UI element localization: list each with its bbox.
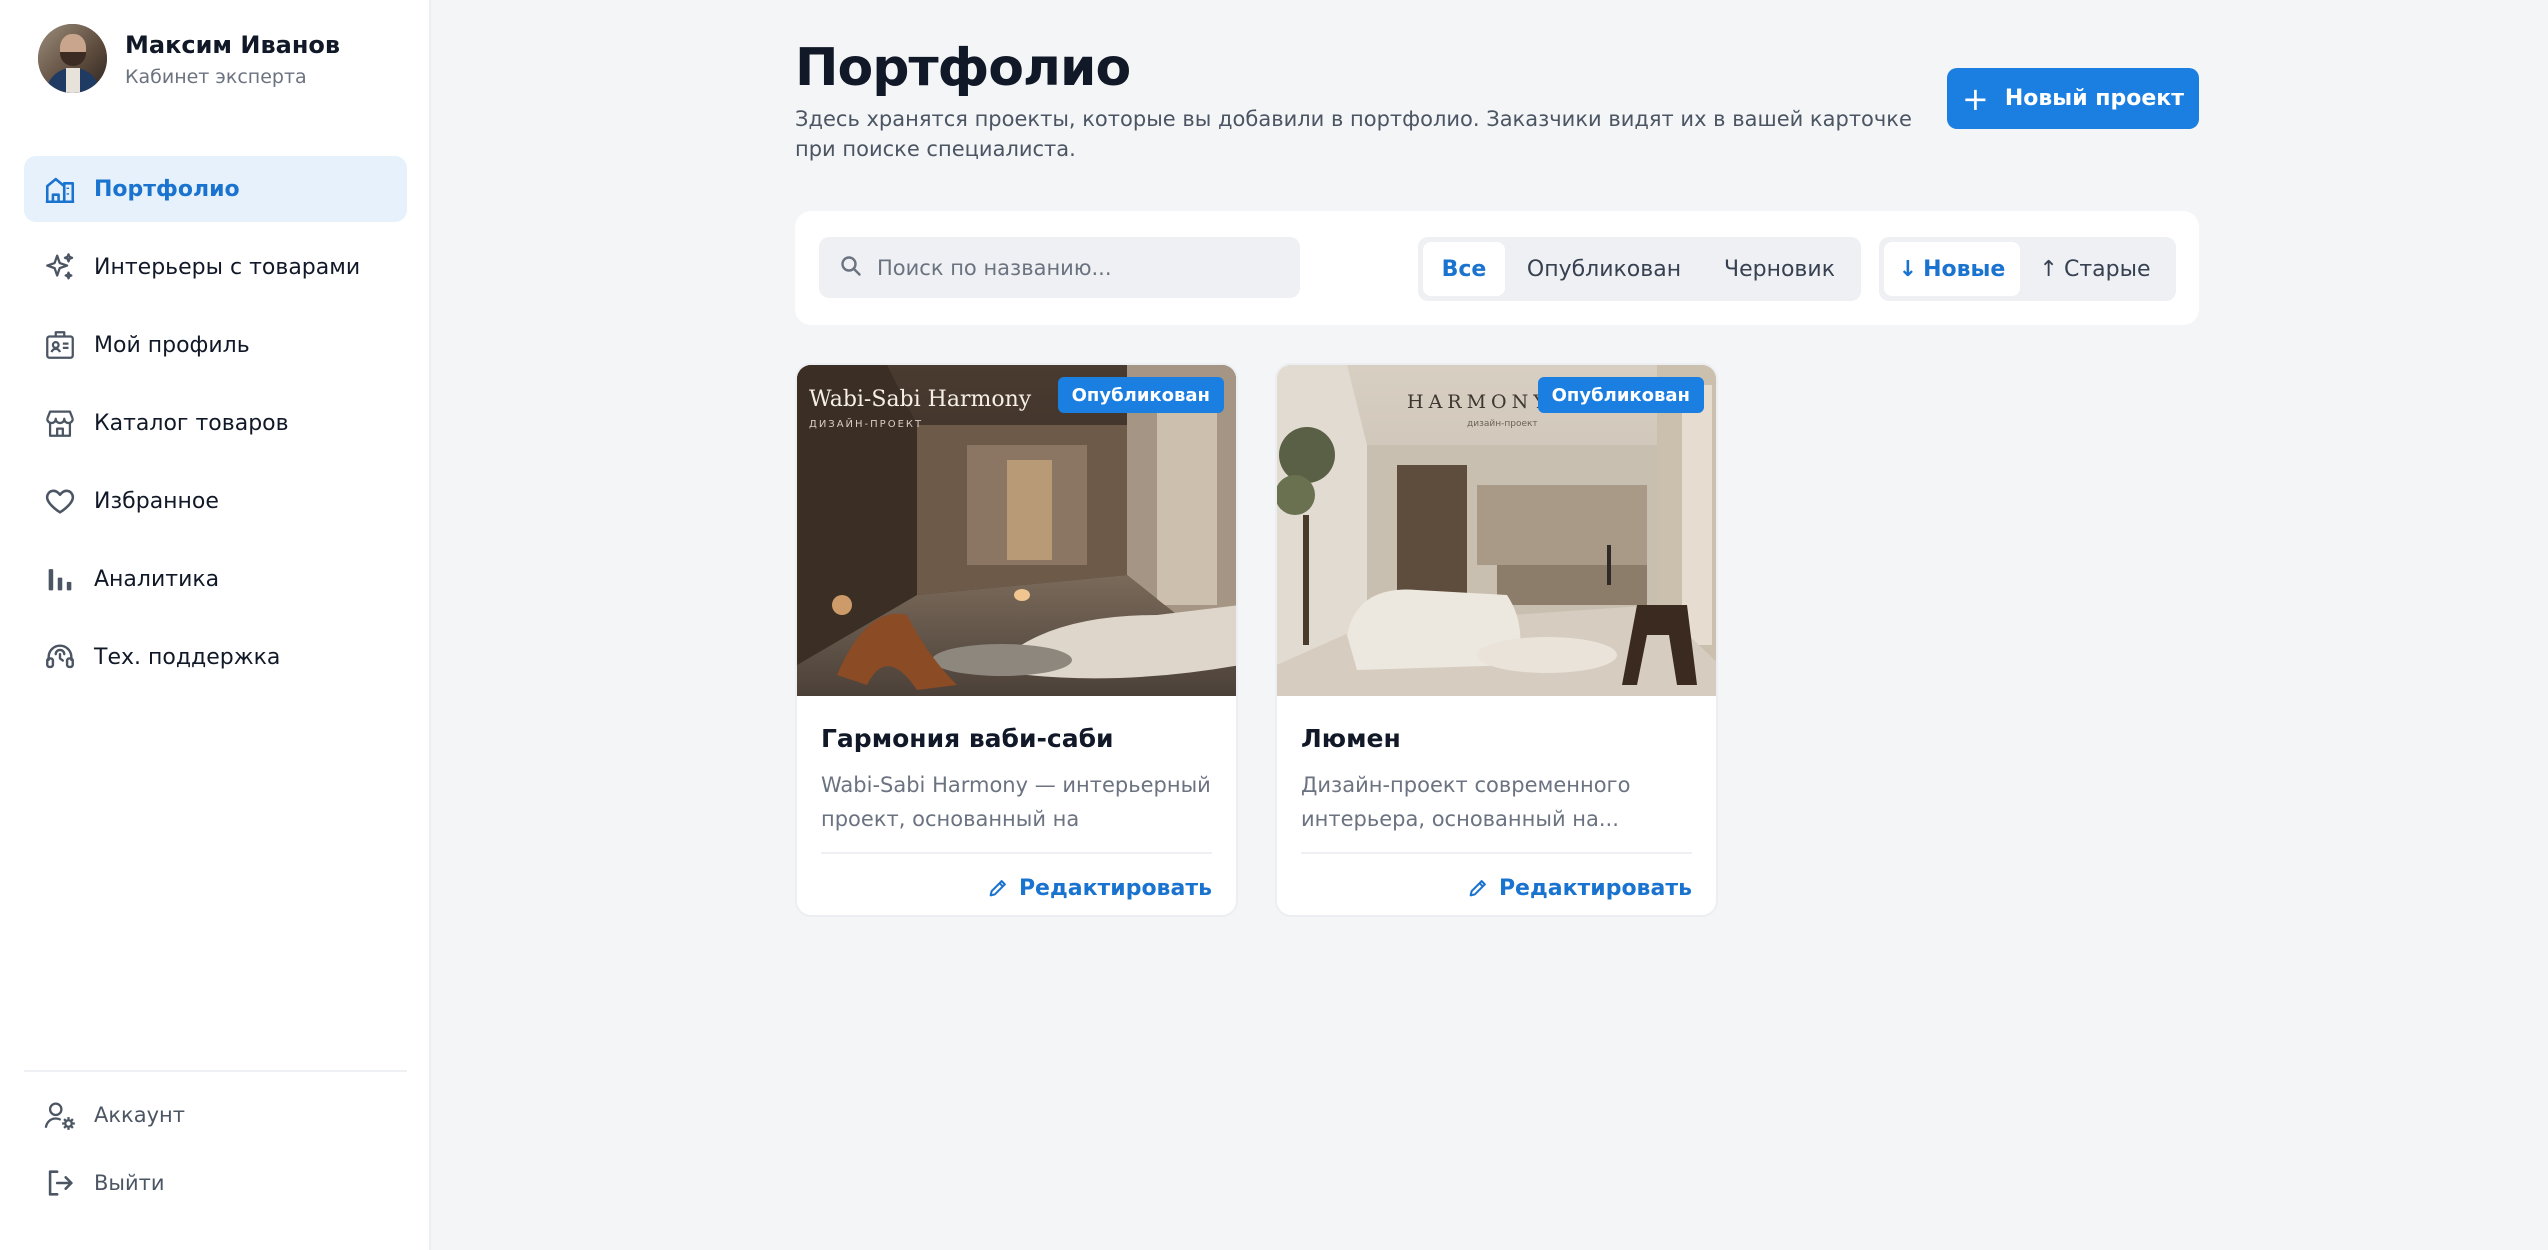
sort-newest[interactable]: ↓ Новые (1884, 242, 2020, 296)
sidebar-item-account[interactable]: Аккаунт (24, 1088, 407, 1142)
filter-published[interactable]: Опубликован (1505, 242, 1703, 296)
arrow-down-icon: ↓ (1898, 256, 1918, 282)
user-name: Максим Иванов (125, 30, 341, 59)
bar-chart-icon (42, 561, 78, 597)
user-settings-icon (42, 1097, 78, 1133)
sidebar-item-interiors[interactable]: Интерьеры с товарами (24, 234, 407, 300)
project-title[interactable]: Люмен (1301, 722, 1692, 756)
status-filter: Все Опубликован Черновик (1418, 237, 1861, 301)
heart-icon (42, 483, 78, 519)
sidebar: Максим Иванов Кабинет эксперта Портфолио… (0, 0, 431, 1250)
sidebar-item-label: Избранное (94, 488, 219, 514)
sidebar-item-label: Аналитика (94, 566, 220, 592)
edit-button[interactable]: Редактировать (1467, 876, 1692, 901)
logout-icon (42, 1165, 78, 1201)
sort-toggle: ↓ Новые ↑ Старые (1879, 237, 2176, 301)
sidebar-item-label: Каталог товаров (94, 410, 289, 436)
sidebar-nav: Портфолио Интерьеры с товарами Мой профи… (24, 156, 407, 702)
project-card[interactable]: HARMONY HAV дизайн-проект Опубликован Лю… (1275, 363, 1718, 917)
cover-subtitle: дизайн-проект (1467, 419, 1538, 429)
sidebar-item-portfolio[interactable]: Портфолио (24, 156, 407, 222)
sidebar-item-label: Выйти (94, 1171, 165, 1195)
status-badge: Опубликован (1057, 377, 1224, 413)
cover-title: Wabi-Sabi Harmony (809, 387, 1032, 412)
sidebar-item-analytics[interactable]: Аналитика (24, 546, 407, 612)
arrow-up-icon: ↑ (2039, 256, 2058, 282)
filter-toolbar: Все Опубликован Черновик ↓ Новые ↑ Стары… (795, 211, 2199, 325)
project-title[interactable]: Гармония ваби-саби (821, 722, 1212, 756)
sort-oldest[interactable]: ↑ Старые (2020, 242, 2170, 296)
home-building-icon (42, 171, 78, 207)
sidebar-item-label: Тех. поддержка (94, 644, 281, 670)
store-icon (42, 405, 78, 441)
search-icon (839, 254, 863, 282)
filter-all[interactable]: Все (1423, 242, 1505, 296)
card-footer: Редактировать (821, 852, 1212, 915)
sidebar-item-label: Портфолио (94, 176, 240, 202)
headset-icon (42, 639, 78, 675)
project-description: Wabi-Sabi Harmony — интерьерный проект, … (821, 773, 1211, 831)
pencil-icon (989, 880, 1006, 897)
project-card[interactable]: Wabi-Sabi Harmony ДИЗАЙН-ПРОЕКТ Опублико… (795, 363, 1238, 917)
edit-button[interactable]: Редактировать (987, 876, 1212, 901)
sidebar-item-label: Мой профиль (94, 332, 250, 358)
sidebar-item-catalog[interactable]: Каталог товаров (24, 390, 407, 456)
sidebar-item-profile[interactable]: Мой профиль (24, 312, 407, 378)
pencil-icon (1469, 880, 1486, 897)
user-role: Кабинет эксперта (125, 65, 307, 88)
plus-icon: + (1962, 79, 1989, 118)
sidebar-item-favorites[interactable]: Избранное (24, 468, 407, 534)
sidebar-item-logout[interactable]: Выйти (24, 1156, 407, 1210)
sidebar-item-support[interactable]: Тех. поддержка (24, 624, 407, 690)
sidebar-bottom: Аккаунт Выйти (24, 1070, 407, 1224)
id-card-icon (42, 327, 78, 363)
new-project-label: Новый проект (2004, 86, 2184, 111)
cover-subtitle: ДИЗАЙН-ПРОЕКТ (809, 419, 924, 430)
new-project-button[interactable]: + Новый проект (1947, 68, 2199, 129)
page-description: Здесь хранятся проекты, которые вы добав… (795, 107, 1912, 161)
card-footer: Редактировать (1301, 852, 1692, 915)
sparkles-icon (42, 249, 78, 285)
user-block[interactable]: Максим Иванов Кабинет эксперта (38, 24, 340, 93)
avatar (38, 24, 107, 93)
sidebar-item-label: Интерьеры с товарами (94, 254, 361, 280)
search-box (819, 237, 1300, 298)
search-input[interactable] (877, 255, 1277, 280)
project-cover-image[interactable]: HARMONY HAV дизайн-проект Опубликован (1277, 365, 1716, 696)
sidebar-item-label: Аккаунт (94, 1103, 185, 1127)
project-cover-image[interactable]: Wabi-Sabi Harmony ДИЗАЙН-ПРОЕКТ Опублико… (797, 365, 1236, 696)
project-description: Дизайн-проект современного интерьера, ос… (1301, 773, 1631, 831)
status-badge: Опубликован (1537, 377, 1704, 413)
filter-draft[interactable]: Черновик (1703, 242, 1856, 296)
